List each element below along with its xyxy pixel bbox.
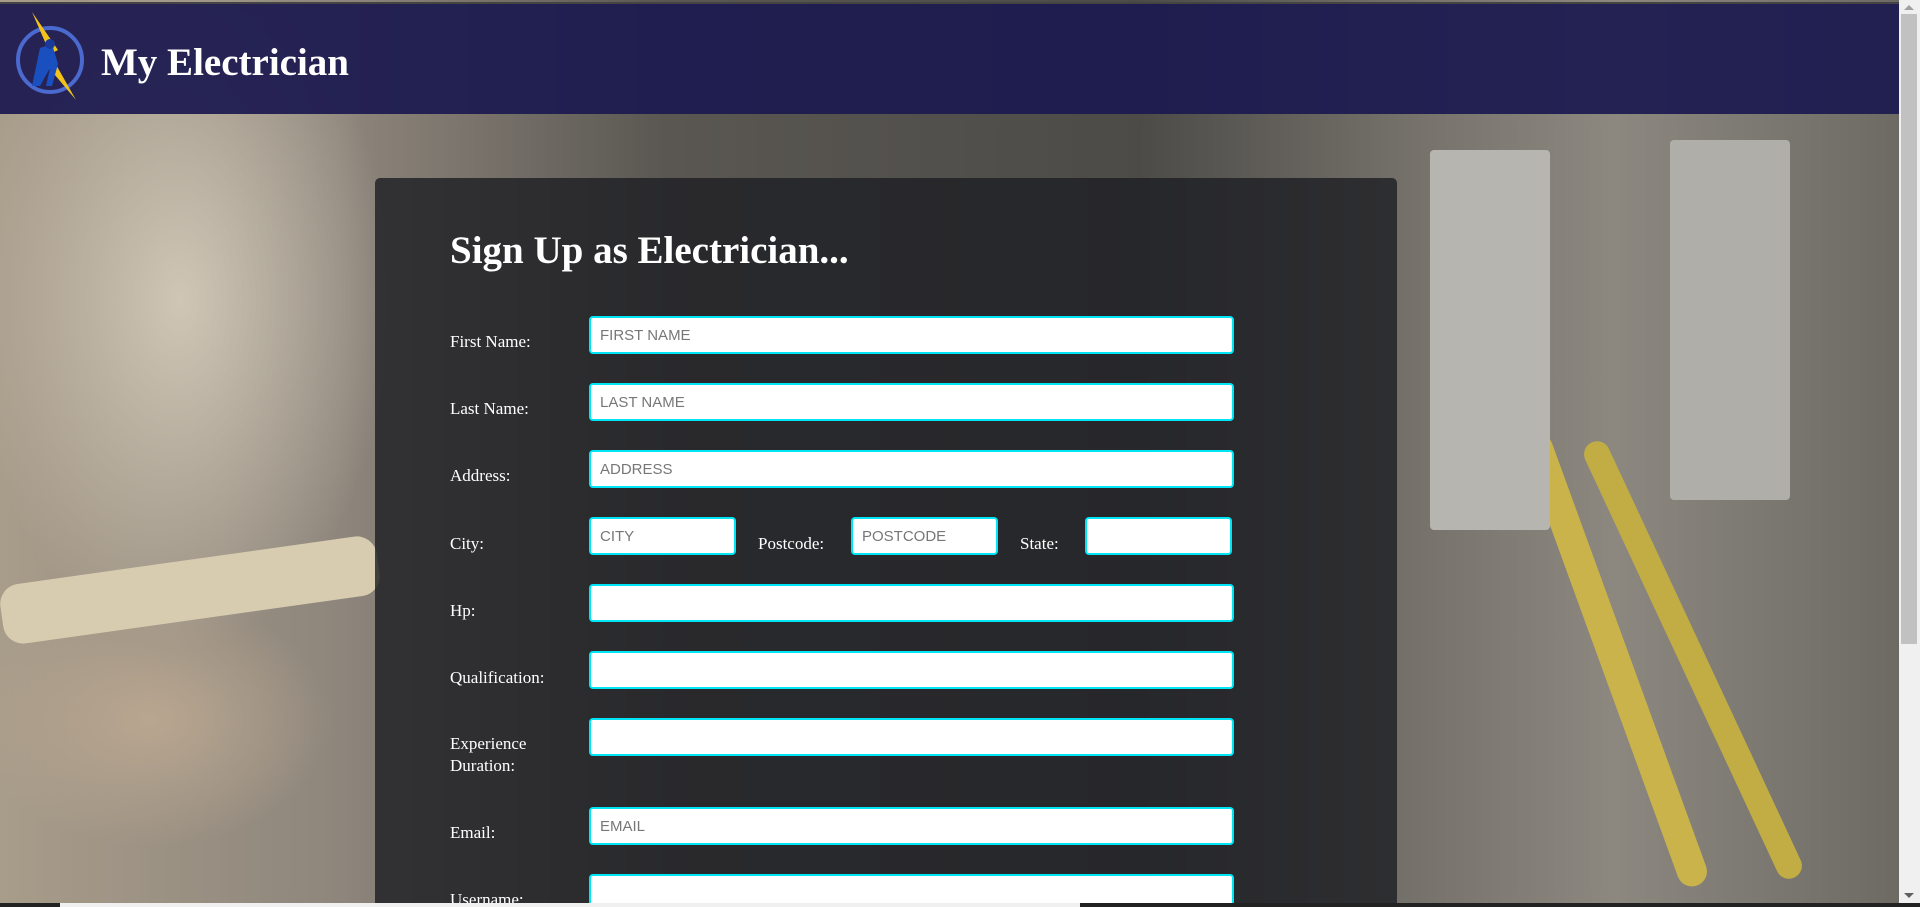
page-title: Sign Up as Electrician...	[450, 229, 849, 272]
email-label: Email:	[450, 823, 496, 842]
scroll-up-arrow-icon[interactable]	[1904, 5, 1914, 10]
electrician-logo-icon	[16, 12, 84, 100]
last-name-label: Last Name:	[450, 399, 529, 418]
horizontal-scrollbar[interactable]	[0, 903, 1920, 907]
postcode-input[interactable]	[851, 517, 998, 555]
horizontal-scrollbar-thumb[interactable]	[60, 903, 1080, 907]
hp-input[interactable]	[589, 584, 1234, 622]
address-input[interactable]	[589, 450, 1234, 488]
hp-label: Hp:	[450, 601, 476, 620]
qualification-label: Qualification:	[450, 668, 545, 687]
address-label: Address:	[450, 466, 511, 485]
scroll-down-arrow-icon[interactable]	[1904, 893, 1914, 898]
experience-duration-input[interactable]	[589, 718, 1234, 756]
last-name-input[interactable]	[589, 383, 1234, 421]
city-input[interactable]	[589, 517, 736, 555]
site-title[interactable]: My Electrician	[101, 40, 349, 85]
experience-duration-label: Experience Duration:	[450, 734, 527, 775]
first-name-input[interactable]	[589, 316, 1234, 354]
state-label: State:	[1020, 534, 1059, 553]
site-header: My Electrician	[0, 2, 1899, 114]
email-input[interactable]	[589, 807, 1234, 845]
city-label: City:	[450, 534, 485, 553]
qualification-input[interactable]	[589, 651, 1234, 689]
signup-card: Sign Up as Electrician... First Name: La…	[375, 178, 1397, 907]
scrollbar-thumb[interactable]	[1901, 14, 1917, 644]
vertical-scrollbar[interactable]	[1899, 0, 1920, 903]
state-input[interactable]	[1085, 517, 1232, 555]
postcode-label: Postcode:	[758, 534, 825, 553]
first-name-label: First Name:	[450, 332, 531, 351]
